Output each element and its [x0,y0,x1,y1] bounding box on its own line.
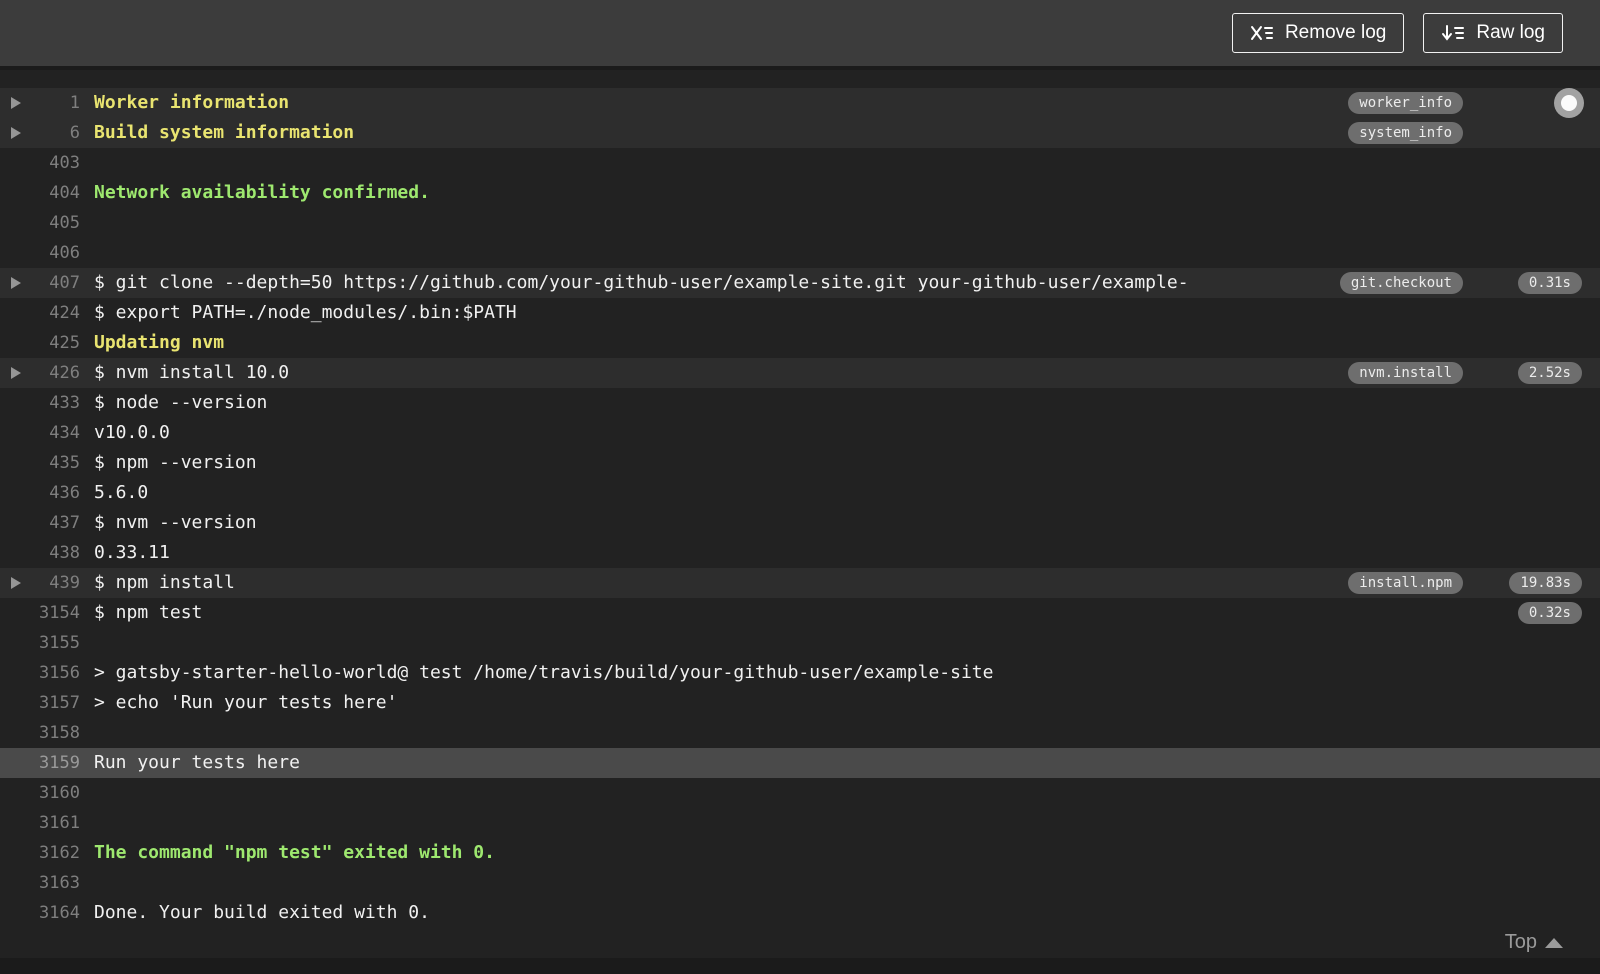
line-text: $ node --version [94,392,268,413]
line-number[interactable]: 3160 [0,778,80,808]
log-line: 3155 [0,628,1600,658]
line-number[interactable]: 407 [0,268,80,298]
line-text: The command "npm test" exited with 0. [94,842,495,863]
line-number[interactable]: 424 [0,298,80,328]
duration-badge: 19.83s [1509,572,1582,594]
raw-log-button[interactable]: Raw log [1423,13,1563,53]
line-number[interactable]: 6 [0,118,80,148]
fold-tag-badge: nvm.install [1348,362,1463,384]
line-text: > gatsby-starter-hello-world@ test /home… [94,662,994,683]
line-number[interactable]: 3158 [0,718,80,748]
log-line: 3163 [0,868,1600,898]
line-number[interactable]: 405 [0,208,80,238]
line-text: $ npm install [94,572,235,593]
scroll-position-indicator [1554,88,1584,118]
scroll-to-top-link[interactable]: Top [1505,931,1563,954]
line-text: Worker information [94,92,290,113]
line-number[interactable]: 426 [0,358,80,388]
line-text: Build system information [94,122,355,143]
fold-tag-badge: git.checkout [1339,272,1463,294]
log-line: 407 $ git clone --depth=50 https://githu… [0,268,1600,298]
log-line: 3156 > gatsby-starter-hello-world@ test … [0,658,1600,688]
line-number[interactable]: 433 [0,388,80,418]
log-line: 436 5.6.0 [0,478,1600,508]
line-number[interactable]: 436 [0,478,80,508]
log-line: 438 0.33.11 [0,538,1600,568]
log-line: 435 $ npm --version [0,448,1600,478]
raw-log-label: Raw log [1476,22,1545,43]
log-line: 405 [0,208,1600,238]
log-rows: 1 Worker information worker_info 6 Build… [0,88,1600,928]
raw-log-icon [1441,23,1465,43]
arrow-up-icon [1545,937,1563,948]
fold-tag-badge: worker_info [1348,92,1463,114]
line-number[interactable]: 404 [0,178,80,208]
log-line: 437 $ nvm --version [0,508,1600,538]
log-line: 425 Updating nvm [0,328,1600,358]
remove-log-button[interactable]: Remove log [1231,13,1405,53]
top-link-label: Top [1504,931,1537,953]
log-line: 3154 $ npm test 0.32s [0,598,1600,628]
log-line: 3159 Run your tests here [0,748,1600,778]
remove-log-label: Remove log [1284,22,1387,43]
line-text: $ npm test [94,602,203,623]
line-text: Updating nvm [94,332,225,353]
remove-log-icon [1250,23,1274,43]
log-line: 3160 [0,778,1600,808]
line-text: $ npm --version [94,452,257,473]
build-log: 1 Worker information worker_info 6 Build… [0,70,1600,958]
line-number[interactable]: 3164 [0,898,80,928]
line-number[interactable]: 439 [0,568,80,598]
line-text: $ git clone --depth=50 https://github.co… [94,272,1189,293]
line-number[interactable]: 1 [0,88,80,118]
fold-tag-badge: system_info [1348,122,1463,144]
line-number[interactable]: 406 [0,238,80,268]
line-text: 0.33.11 [94,542,170,563]
line-number[interactable]: 403 [0,148,80,178]
log-line: 424 $ export PATH=./node_modules/.bin:$P… [0,298,1600,328]
scroll-position-dot [1561,95,1577,111]
line-text: $ nvm install 10.0 [94,362,290,383]
log-line: 3157 > echo 'Run your tests here' [0,688,1600,718]
log-line: 439 $ npm install install.npm 19.83s [0,568,1600,598]
line-number[interactable]: 3154 [0,598,80,628]
line-text: Network availability confirmed. [94,182,430,203]
line-number[interactable]: 438 [0,538,80,568]
log-line: 406 [0,238,1600,268]
log-line: 3162 The command "npm test" exited with … [0,838,1600,868]
log-line: 3164 Done. Your build exited with 0. [0,898,1600,928]
log-line: 426 $ nvm install 10.0 nvm.install 2.52s [0,358,1600,388]
line-text: > echo 'Run your tests here' [94,692,398,713]
log-toolbar: Remove log Raw log [0,0,1600,66]
line-text: $ export PATH=./node_modules/.bin:$PATH [94,302,517,323]
duration-badge: 2.52s [1517,362,1582,384]
log-line: 404 Network availability confirmed. [0,178,1600,208]
line-text: 5.6.0 [94,482,149,503]
line-number[interactable]: 3159 [0,748,80,778]
line-number[interactable]: 435 [0,448,80,478]
line-number[interactable]: 3163 [0,868,80,898]
fold-tag-badge: install.npm [1348,572,1463,594]
duration-badge: 0.32s [1517,602,1582,624]
log-line: 3158 [0,718,1600,748]
log-line: 433 $ node --version [0,388,1600,418]
line-number[interactable]: 3155 [0,628,80,658]
line-number[interactable]: 3156 [0,658,80,688]
log-line: 6 Build system information system_info [0,118,1600,148]
line-text: Run your tests here [94,752,300,773]
line-number[interactable]: 3157 [0,688,80,718]
log-line: 434 v10.0.0 [0,418,1600,448]
duration-badge: 0.31s [1517,272,1582,294]
line-text: Done. Your build exited with 0. [94,902,430,923]
line-text: $ nvm --version [94,512,257,533]
line-number[interactable]: 3161 [0,808,80,838]
line-number[interactable]: 3162 [0,838,80,868]
log-line: 1 Worker information worker_info [0,88,1600,118]
line-text: v10.0.0 [94,422,170,443]
line-number[interactable]: 425 [0,328,80,358]
log-line: 3161 [0,808,1600,838]
line-number[interactable]: 434 [0,418,80,448]
line-number[interactable]: 437 [0,508,80,538]
log-line: 403 [0,148,1600,178]
